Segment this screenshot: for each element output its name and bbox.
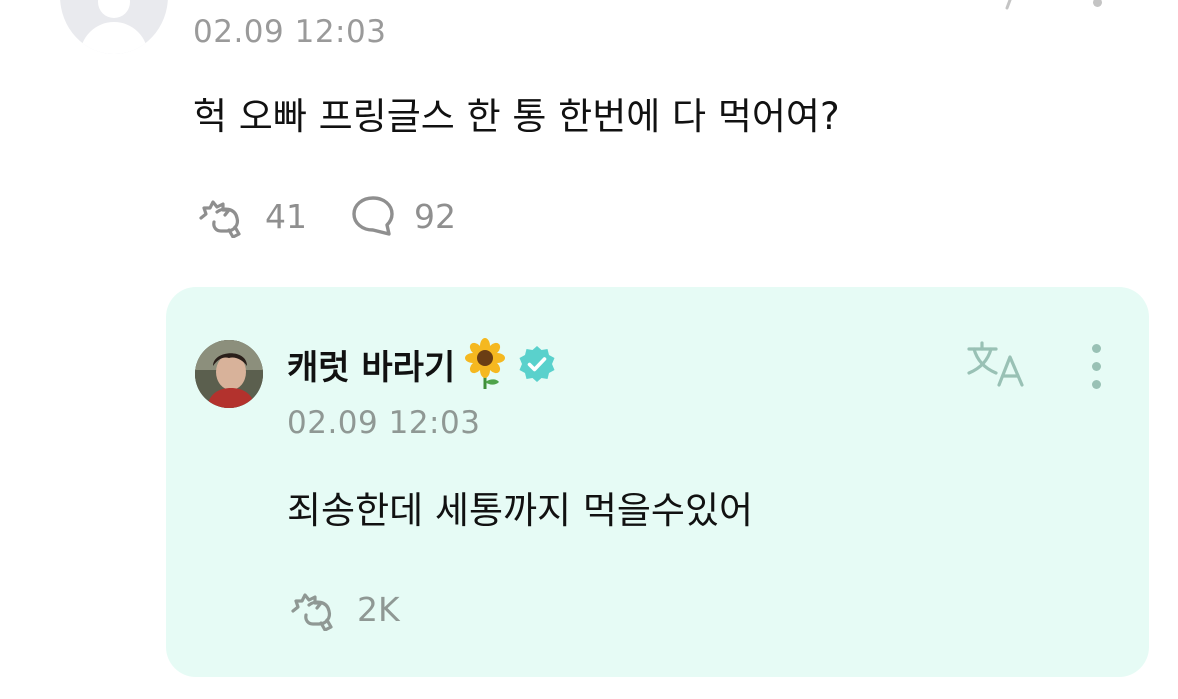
reply-translate-icon[interactable]	[966, 340, 1028, 394]
reply-author-avatar[interactable]	[195, 340, 263, 408]
reply-more-icon[interactable]	[1092, 344, 1101, 389]
top-like-count: 41	[265, 196, 307, 236]
top-reply-count: 92	[414, 196, 456, 236]
top-comment-avatar[interactable]	[60, 0, 168, 54]
reply-text: 죄송한데 세통까지 먹을수있어	[287, 489, 754, 532]
like-hand-icon	[199, 200, 241, 238]
top-translate-icon[interactable]	[995, 0, 1035, 14]
avatar-placeholder-head	[98, 0, 130, 18]
reply-like-button[interactable]: 2K	[287, 587, 400, 631]
reply-timestamp: 02.09 12:03	[287, 405, 481, 441]
reply-like-count: 2K	[357, 589, 400, 629]
verified-badge-icon	[519, 346, 555, 382]
top-reply-button[interactable]: 92	[350, 194, 456, 238]
reply-author-name[interactable]: 캐럿 바라기	[287, 340, 455, 389]
sunflower-icon	[465, 338, 506, 389]
top-comment-text: 헉 오빠 프링글스 한 통 한번에 다 먹어여?	[193, 95, 840, 138]
speech-bubble-icon	[352, 196, 394, 236]
reply-author-row: 캐럿 바라기	[287, 338, 557, 390]
top-more-icon[interactable]	[1093, 0, 1102, 7]
avatar-placeholder-body	[80, 22, 148, 54]
like-hand-icon	[291, 593, 333, 631]
top-comment-timestamp: 02.09 12:03	[193, 14, 387, 50]
top-like-button[interactable]: 41	[195, 194, 307, 238]
